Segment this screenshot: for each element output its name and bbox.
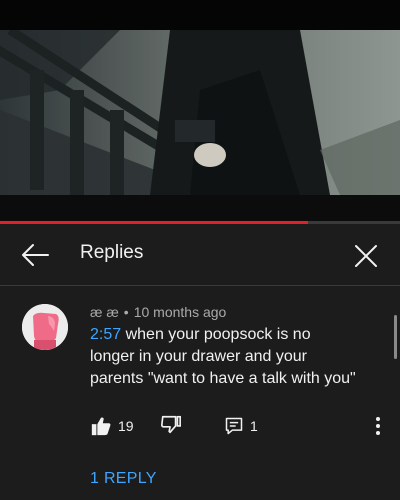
comment-line-2: longer in your drawer and your [90,348,308,365]
dislike-button[interactable] [160,414,184,438]
meta-separator: • [123,304,129,320]
scrollbar[interactable] [394,315,397,359]
arrow-left-icon [22,244,49,266]
thumbs-down-icon [161,415,181,434]
comment-actions: 19 1 [0,414,400,440]
close-button[interactable] [350,240,382,272]
avatar[interactable] [22,304,68,350]
comment-line-3: parents "want to have a talk with you" [90,370,356,387]
comment-text: 2:57 when your poopsock is no longer in … [90,324,390,390]
replies-panel: Replies æ æ • 10 months ago 2:57 when your… [0,224,400,500]
video-frame [0,30,400,195]
comment-meta: æ æ • 10 months ago [90,304,226,320]
comment-line-1-text: when your poopsock is no [121,326,311,343]
comment-author[interactable]: æ æ [90,304,119,320]
reply-button[interactable]: 1 [224,414,258,438]
thumbs-up-icon [91,417,111,436]
comment-line-1: 2:57 when your poopsock is no [90,324,390,346]
video-bottom-strip [0,195,400,221]
video-player[interactable] [0,30,400,195]
back-button[interactable] [18,240,52,270]
more-options-button[interactable] [370,414,386,438]
more-vertical-icon [376,417,380,435]
video-timestamp-link[interactable]: 2:57 [90,326,121,343]
like-count: 19 [118,418,134,434]
replies-header: Replies [0,224,400,286]
page-title: Replies [80,242,144,263]
close-icon [355,245,377,267]
avatar-image [22,304,68,350]
comment-age: 10 months ago [133,304,227,320]
like-button[interactable]: 19 [90,414,134,438]
comment-reply-icon [225,417,243,435]
view-replies-link[interactable]: 1 REPLY [90,470,157,488]
reply-count: 1 [250,418,258,434]
screen-top-bar [0,0,400,30]
